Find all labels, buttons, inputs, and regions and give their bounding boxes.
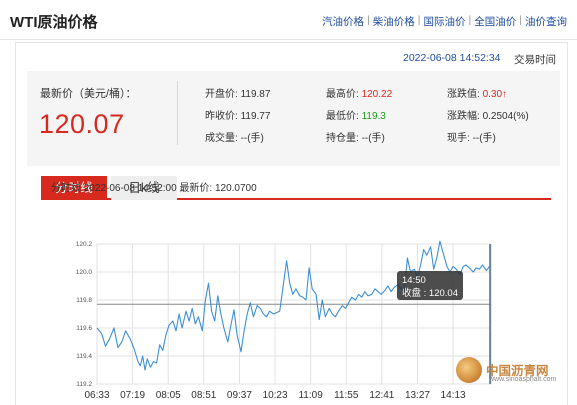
x-tick-label: 12:41 [369,390,394,401]
x-tick-label: 11:55 [334,390,359,401]
x-tick-label: 09:37 [227,390,252,401]
y-tick-label: 120.2 [76,241,93,248]
x-tick-label: 11:09 [298,390,323,401]
x-tick-label: 08:05 [156,390,181,401]
intraday-chart[interactable]: 120.2 120.0 119.8 119.6 119.4 119.2 06:33 07:19… [0,0,577,405]
y-tick-label: 119.8 [76,297,92,304]
tooltip-time: 14:50 [402,275,426,286]
watermark-url: www.sinoasphalt.com [489,376,557,383]
y-tick-label: 120.0 [76,269,93,276]
y-tick-label: 119.2 [76,381,92,388]
x-tick-label: 10:23 [263,390,288,401]
watermark-logo-icon [456,357,482,383]
x-tick-label: 14:13 [441,390,466,401]
y-tick-label: 119.6 [76,325,92,332]
tooltip-close: 收盘 : 120.04 [402,287,458,299]
x-tick-label: 08:51 [191,390,216,401]
x-tick-label: 06:33 [84,390,109,401]
x-tick-label: 13:27 [405,390,430,401]
y-tick-label: 119.4 [76,353,92,360]
x-tick-label: 07:19 [120,390,145,401]
